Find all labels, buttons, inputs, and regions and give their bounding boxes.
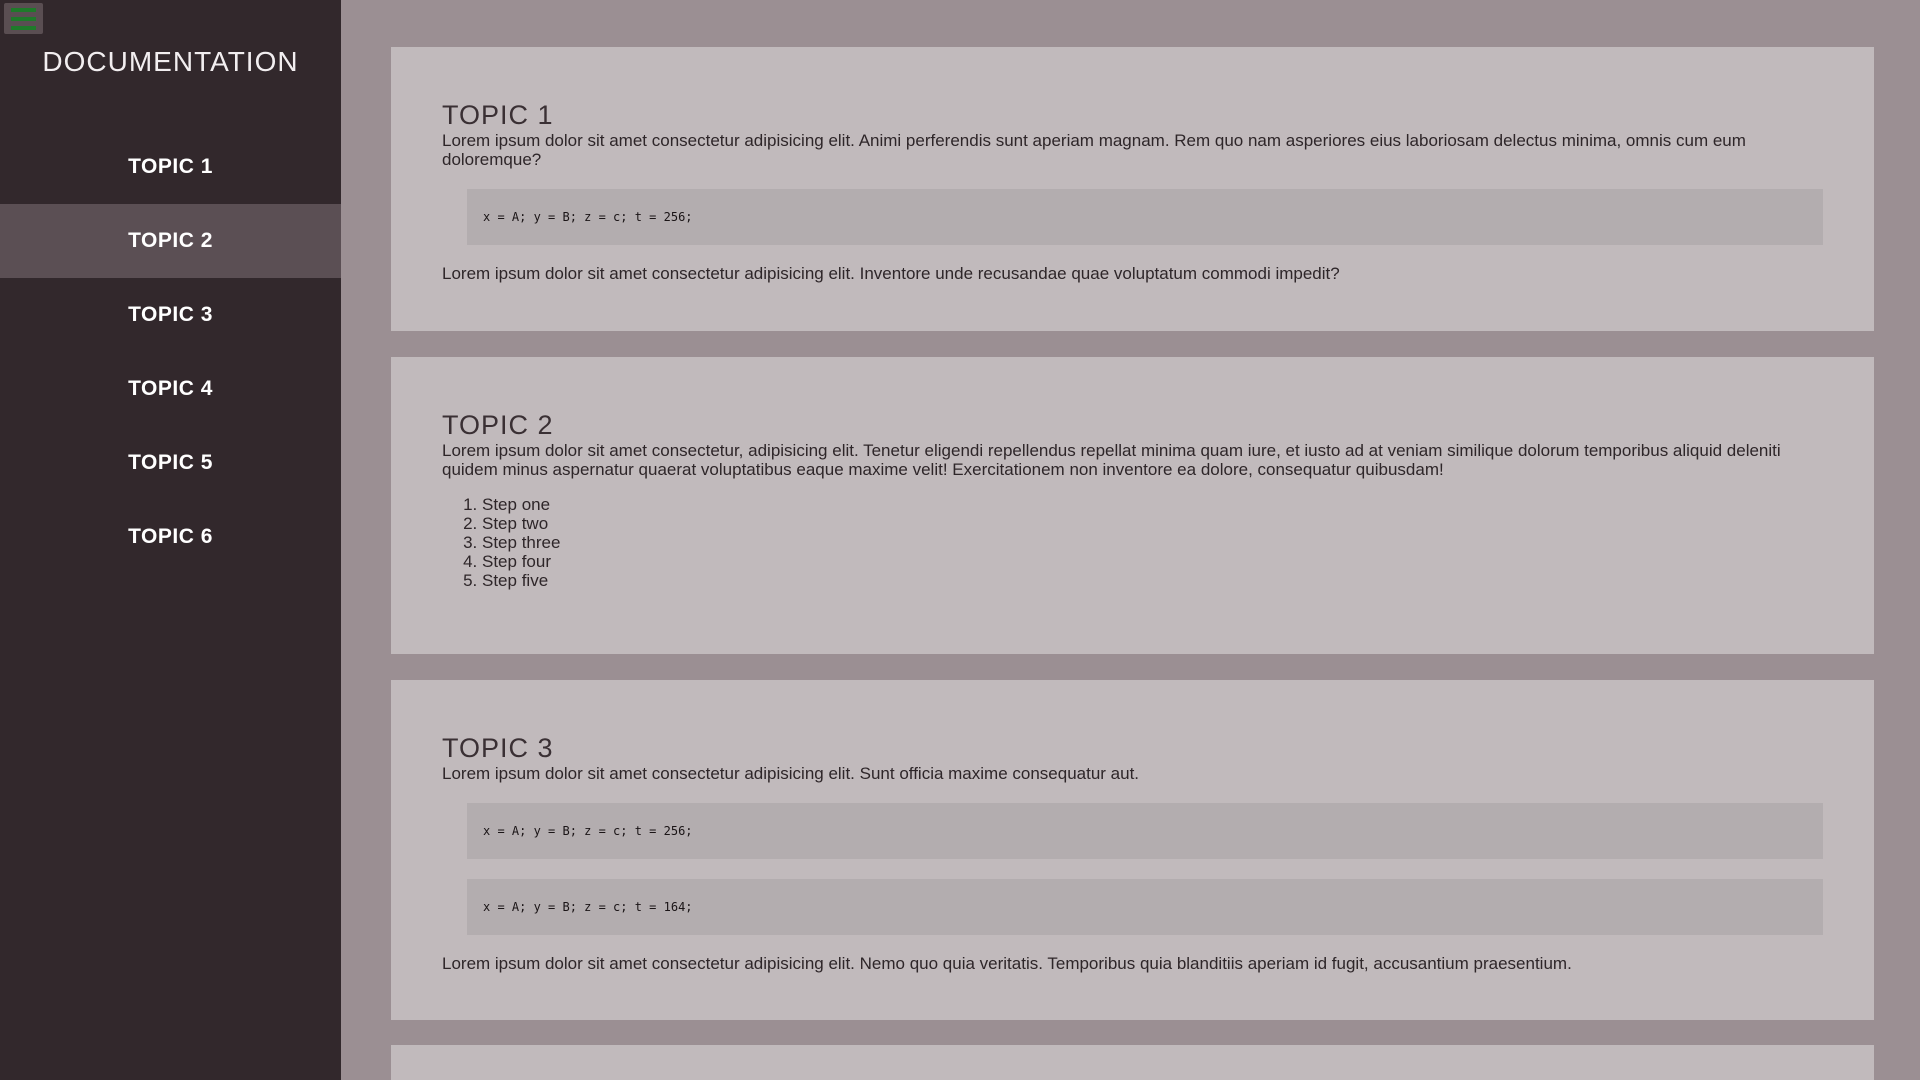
code-block: x = A; y = B; z = c; t = 256; bbox=[467, 803, 1823, 859]
topic-title: TOPIC 3 bbox=[442, 733, 554, 763]
menu-bar bbox=[11, 7, 36, 12]
code-block: x = A; y = B; z = c; t = 256; bbox=[467, 189, 1823, 245]
sidebar-item-topic-4[interactable]: TOPIC 4 bbox=[0, 352, 341, 426]
list-item: Step five bbox=[482, 571, 1823, 590]
sidebar-item-topic-6[interactable]: TOPIC 6 bbox=[0, 500, 341, 574]
topic-section-1: TOPIC 1 Lorem ipsum dolor sit amet conse… bbox=[391, 47, 1874, 331]
topic-paragraph: Lorem ipsum dolor sit amet consectetur a… bbox=[442, 131, 1746, 169]
topic-paragraph: Lorem ipsum dolor sit amet consectetur, … bbox=[442, 441, 1781, 479]
topic-title: TOPIC 2 bbox=[442, 410, 554, 440]
sidebar-title: DOCUMENTATION bbox=[42, 46, 299, 77]
topic-section-4 bbox=[391, 1045, 1874, 1080]
list-item: Step four bbox=[482, 552, 1823, 571]
hamburger-menu-icon[interactable] bbox=[4, 3, 43, 34]
sidebar-item-topic-3[interactable]: TOPIC 3 bbox=[0, 278, 341, 352]
topic-paragraph: Lorem ipsum dolor sit amet consectetur a… bbox=[442, 954, 1572, 973]
sidebar-nav: TOPIC 1 TOPIC 2 TOPIC 3 TOPIC 4 TOPIC 5 … bbox=[0, 130, 341, 574]
menu-bar bbox=[11, 16, 36, 21]
list-item: Step three bbox=[482, 533, 1823, 552]
topic-title: TOPIC 1 bbox=[442, 100, 554, 130]
sidebar-item-topic-1[interactable]: TOPIC 1 bbox=[0, 130, 341, 204]
list-item: Step one bbox=[482, 495, 1823, 514]
sidebar-item-topic-2[interactable]: TOPIC 2 bbox=[0, 204, 341, 278]
code-block: x = A; y = B; z = c; t = 164; bbox=[467, 879, 1823, 935]
topic-paragraph: Lorem ipsum dolor sit amet consectetur a… bbox=[442, 764, 1140, 783]
sidebar-item-topic-5[interactable]: TOPIC 5 bbox=[0, 426, 341, 500]
list-item: Step two bbox=[482, 514, 1823, 533]
sidebar: DOCUMENTATION TOPIC 1 TOPIC 2 TOPIC 3 TO… bbox=[0, 0, 341, 1080]
topic-section-3: TOPIC 3 Lorem ipsum dolor sit amet conse… bbox=[391, 680, 1874, 1020]
steps-list: Step one Step two Step three Step four S… bbox=[442, 495, 1823, 590]
main-content[interactable]: TOPIC 1 Lorem ipsum dolor sit amet conse… bbox=[341, 0, 1920, 1080]
menu-bar bbox=[11, 25, 36, 30]
topic-section-2: TOPIC 2 Lorem ipsum dolor sit amet conse… bbox=[391, 357, 1874, 654]
topic-paragraph: Lorem ipsum dolor sit amet consectetur a… bbox=[442, 264, 1340, 283]
